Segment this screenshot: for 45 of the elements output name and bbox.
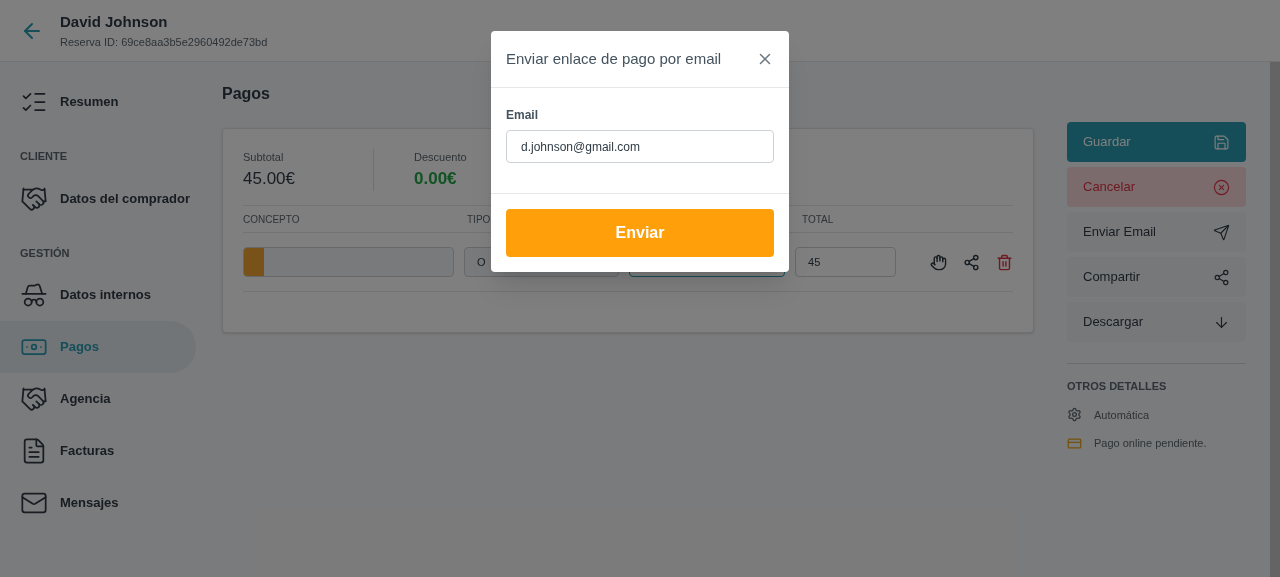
- delete-icon[interactable]: [996, 253, 1013, 271]
- details-title: OTROS DETALLES: [1067, 379, 1168, 394]
- summary-value: 0.00€: [414, 167, 458, 190]
- summary-value: 45.00€: [243, 167, 296, 190]
- reservation-id: Reserva ID: 69ce8aa3b5e2960492de73bd: [60, 34, 268, 50]
- action-button[interactable]: Compartir: [1067, 257, 1246, 297]
- handshake-icon: [20, 385, 48, 413]
- credit-card-icon: [1067, 435, 1082, 451]
- save-icon: [1213, 133, 1230, 151]
- sidebar-item[interactable]: Resumen: [0, 76, 196, 128]
- column-header: CONCEPTO: [243, 212, 301, 227]
- section-label: GESTIÓN: [19, 245, 71, 261]
- section-label: CLIENTE: [19, 149, 69, 164]
- detail-text: Pago online pendiente.: [1094, 436, 1207, 451]
- column-header: TIPO: [467, 212, 492, 227]
- share-icon: [1213, 268, 1230, 286]
- close-circle-icon: [1213, 178, 1230, 196]
- customer-name: David Johnson: [60, 12, 169, 32]
- sidebar-item[interactable]: Mensajes: [0, 477, 196, 529]
- action-button[interactable]: Enviar Email: [1067, 212, 1246, 252]
- field-label: Email: [506, 107, 539, 124]
- sidebar-item[interactable]: Agencia: [0, 373, 196, 425]
- send-button[interactable]: Enviar: [506, 209, 774, 257]
- share-icon[interactable]: [963, 253, 980, 271]
- gear-icon: [1067, 407, 1082, 423]
- detail-text: Automática: [1094, 407, 1150, 423]
- sidebar-item[interactable]: Datos internos: [0, 269, 196, 321]
- action-button[interactable]: Descargar: [1067, 302, 1246, 342]
- column-header: TOTAL: [802, 212, 834, 227]
- concept-field[interactable]: [243, 247, 455, 277]
- sidebar-item[interactable]: Datos del comprador: [0, 172, 196, 225]
- action-button[interactable]: Guardar: [1067, 122, 1246, 162]
- total-field[interactable]: 45: [795, 247, 896, 277]
- spy-icon: [20, 281, 48, 309]
- page-title: Pagos: [222, 84, 271, 104]
- paper-plane-icon: [1213, 223, 1230, 241]
- handshake-icon: [20, 184, 48, 213]
- action-button[interactable]: Cancelar: [1067, 167, 1246, 207]
- hand-icon[interactable]: [930, 253, 947, 271]
- summary-label: Subtotal: [243, 150, 285, 165]
- scrollbar[interactable]: [1270, 62, 1280, 577]
- email-input[interactable]: d.johnson@gmail.com: [506, 130, 774, 163]
- summary-label: Descuento: [414, 150, 468, 165]
- dialog-title: Enviar enlace de pago por email: [506, 48, 722, 69]
- sidebar-item[interactable]: Facturas: [0, 425, 196, 477]
